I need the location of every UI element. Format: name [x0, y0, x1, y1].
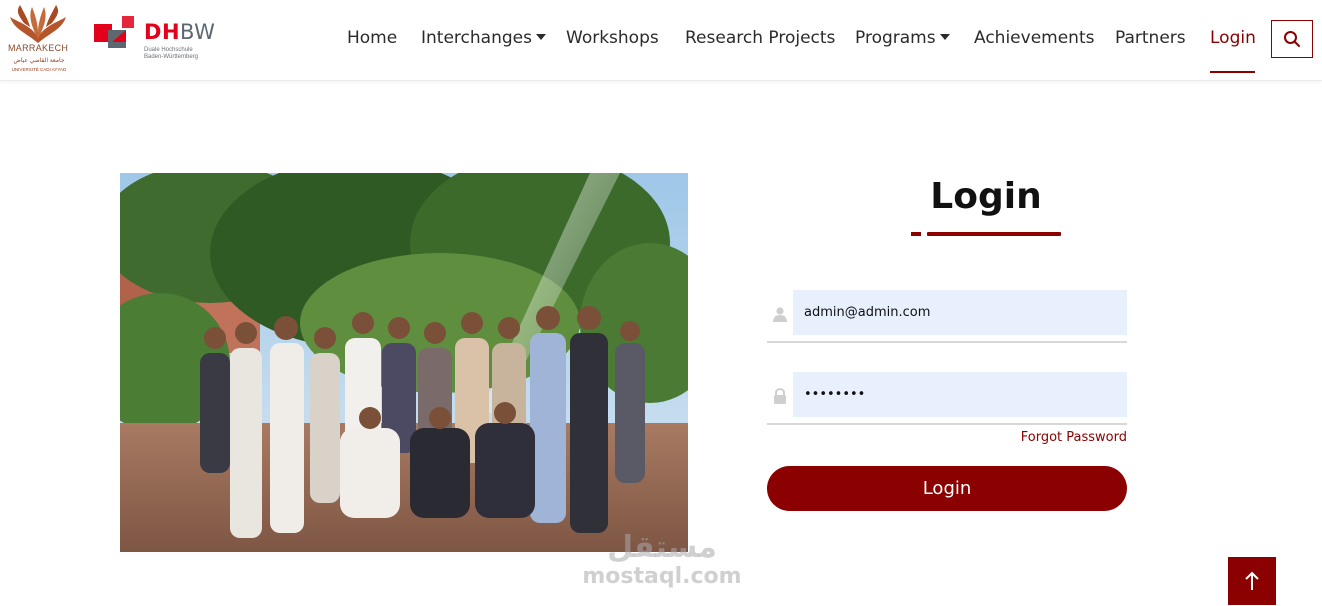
- nav-home[interactable]: Home: [347, 28, 397, 48]
- nav-login[interactable]: Login: [1210, 28, 1256, 48]
- nav-research-projects[interactable]: Research Projects: [685, 28, 835, 48]
- user-icon: [771, 305, 789, 323]
- forgot-password-link[interactable]: Forgot Password: [970, 430, 1127, 445]
- arrow-up-icon: [1245, 571, 1259, 590]
- watermark: مستقل mostaql.com: [582, 532, 742, 590]
- password-input[interactable]: [793, 372, 1127, 417]
- cadi-logo-arabic: جامعة القاضي عياض: [13, 58, 65, 64]
- title-decoration-dash: [911, 232, 921, 236]
- watermark-arabic: مستقل: [607, 530, 717, 565]
- dhbw-bw: BW: [180, 20, 216, 44]
- group-photo-image: [120, 173, 688, 552]
- cadi-ayyad-emblem: [10, 5, 66, 43]
- login-title: Login: [930, 176, 1042, 217]
- title-decoration-bar: [927, 232, 1061, 236]
- nav-programs[interactable]: Programs: [855, 28, 950, 48]
- search-icon: [1284, 31, 1300, 47]
- caret-down-icon: [939, 34, 950, 40]
- search-button[interactable]: [1271, 20, 1313, 58]
- active-nav-indicator: [1210, 71, 1255, 73]
- nav-workshops[interactable]: Workshops: [566, 28, 659, 48]
- site-header: MARRAKECH جامعة القاضي عياض UNIVERSITÉ C…: [0, 0, 1322, 81]
- dhbw-logo[interactable]: DHBW Duale Hochschule Baden-Württemberg: [94, 14, 215, 66]
- watermark-latin: mostaql.com: [582, 564, 742, 589]
- dhbw-h: H: [161, 20, 181, 44]
- login-submit-button[interactable]: Login: [767, 466, 1127, 511]
- dhbw-sub-line-2: Baden-Württemberg: [144, 54, 199, 60]
- dhbw-subtitle: Duale Hochschule Baden-Württemberg: [144, 47, 214, 61]
- nav-partners[interactable]: Partners: [1115, 28, 1186, 48]
- caret-down-icon: [535, 34, 546, 40]
- dhbw-sub-line-1: Duale Hochschule: [144, 47, 193, 53]
- nav-programs-label: Programs: [855, 28, 936, 48]
- nav-achievements[interactable]: Achievements: [974, 28, 1094, 48]
- group-photo: [120, 173, 688, 552]
- email-field-wrapper: [767, 290, 1127, 343]
- cadi-ayyad-logo[interactable]: MARRAKECH جامعة القاضي عياض UNIVERSITÉ C…: [6, 3, 70, 77]
- lock-icon: [771, 387, 789, 405]
- dhbw-d: D: [144, 20, 162, 44]
- cadi-logo-sub: UNIVERSITÉ CADI AYYAD: [11, 67, 67, 72]
- dhbw-emblem: [94, 16, 134, 48]
- password-field-wrapper: [767, 372, 1127, 425]
- back-to-top-button[interactable]: [1228, 557, 1276, 605]
- nav-interchanges[interactable]: Interchanges: [421, 28, 546, 48]
- cadi-logo-text: MARRAKECH: [8, 43, 69, 53]
- nav-interchanges-label: Interchanges: [421, 28, 532, 48]
- dhbw-wordmark: DHBW: [144, 20, 215, 44]
- email-input[interactable]: [793, 290, 1127, 335]
